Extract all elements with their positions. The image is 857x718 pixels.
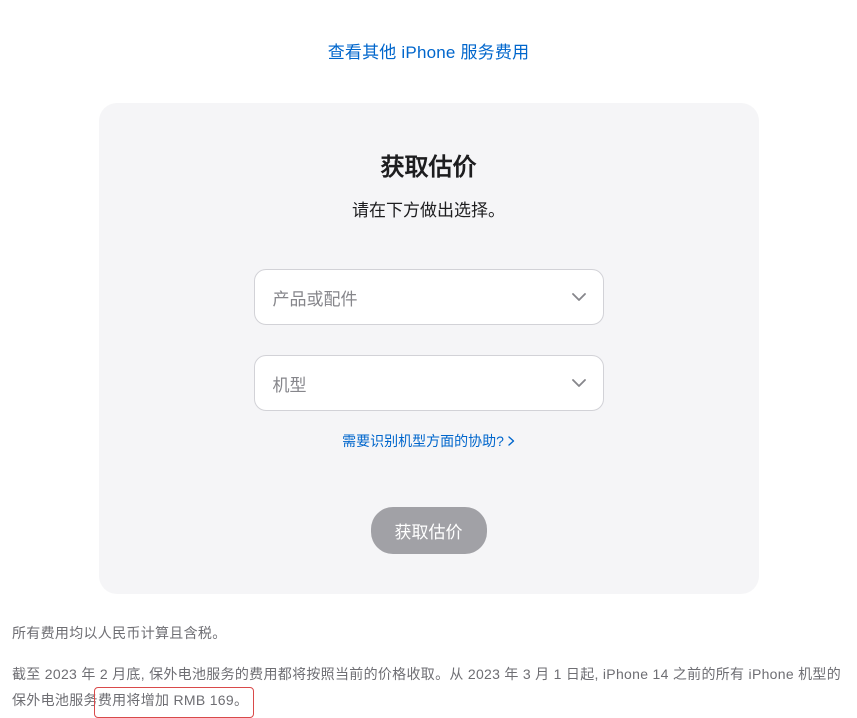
help-link-label: 需要识别机型方面的协助? (342, 431, 504, 451)
note-price-increase: 截至 2023 年 2 月底, 保外电池服务的费用都将按照当前的价格收取。从 2… (12, 661, 842, 714)
other-services-link-wrap: 查看其他 iPhone 服务费用 (0, 38, 857, 63)
model-select-placeholder: 机型 (273, 371, 307, 396)
product-select-wrap: 产品或配件 (254, 269, 604, 325)
identify-model-help-link[interactable]: 需要识别机型方面的协助? (342, 431, 515, 451)
model-select[interactable]: 机型 (254, 355, 604, 411)
chevron-right-icon (508, 436, 515, 446)
product-select-placeholder: 产品或配件 (273, 285, 358, 310)
note-currency: 所有费用均以人民币计算且含税。 (12, 620, 842, 647)
product-select[interactable]: 产品或配件 (254, 269, 604, 325)
other-services-link[interactable]: 查看其他 iPhone 服务费用 (328, 43, 530, 62)
highlighted-price-increase: 费用将增加 RMB 169。 (98, 687, 248, 714)
card-title: 获取估价 (139, 147, 719, 182)
submit-row: 获取估价 (139, 507, 719, 554)
card-subtitle: 请在下方做出选择。 (139, 196, 719, 221)
get-estimate-button[interactable]: 获取估价 (371, 507, 487, 554)
model-select-wrap: 机型 (254, 355, 604, 411)
page-root: 查看其他 iPhone 服务费用 获取估价 请在下方做出选择。 产品或配件 机型… (0, 0, 857, 714)
estimate-card: 获取估价 请在下方做出选择。 产品或配件 机型 需要识别机型方面的协助? (99, 103, 759, 594)
footer-notes: 所有费用均以人民币计算且含税。 截至 2023 年 2 月底, 保外电池服务的费… (12, 620, 842, 714)
